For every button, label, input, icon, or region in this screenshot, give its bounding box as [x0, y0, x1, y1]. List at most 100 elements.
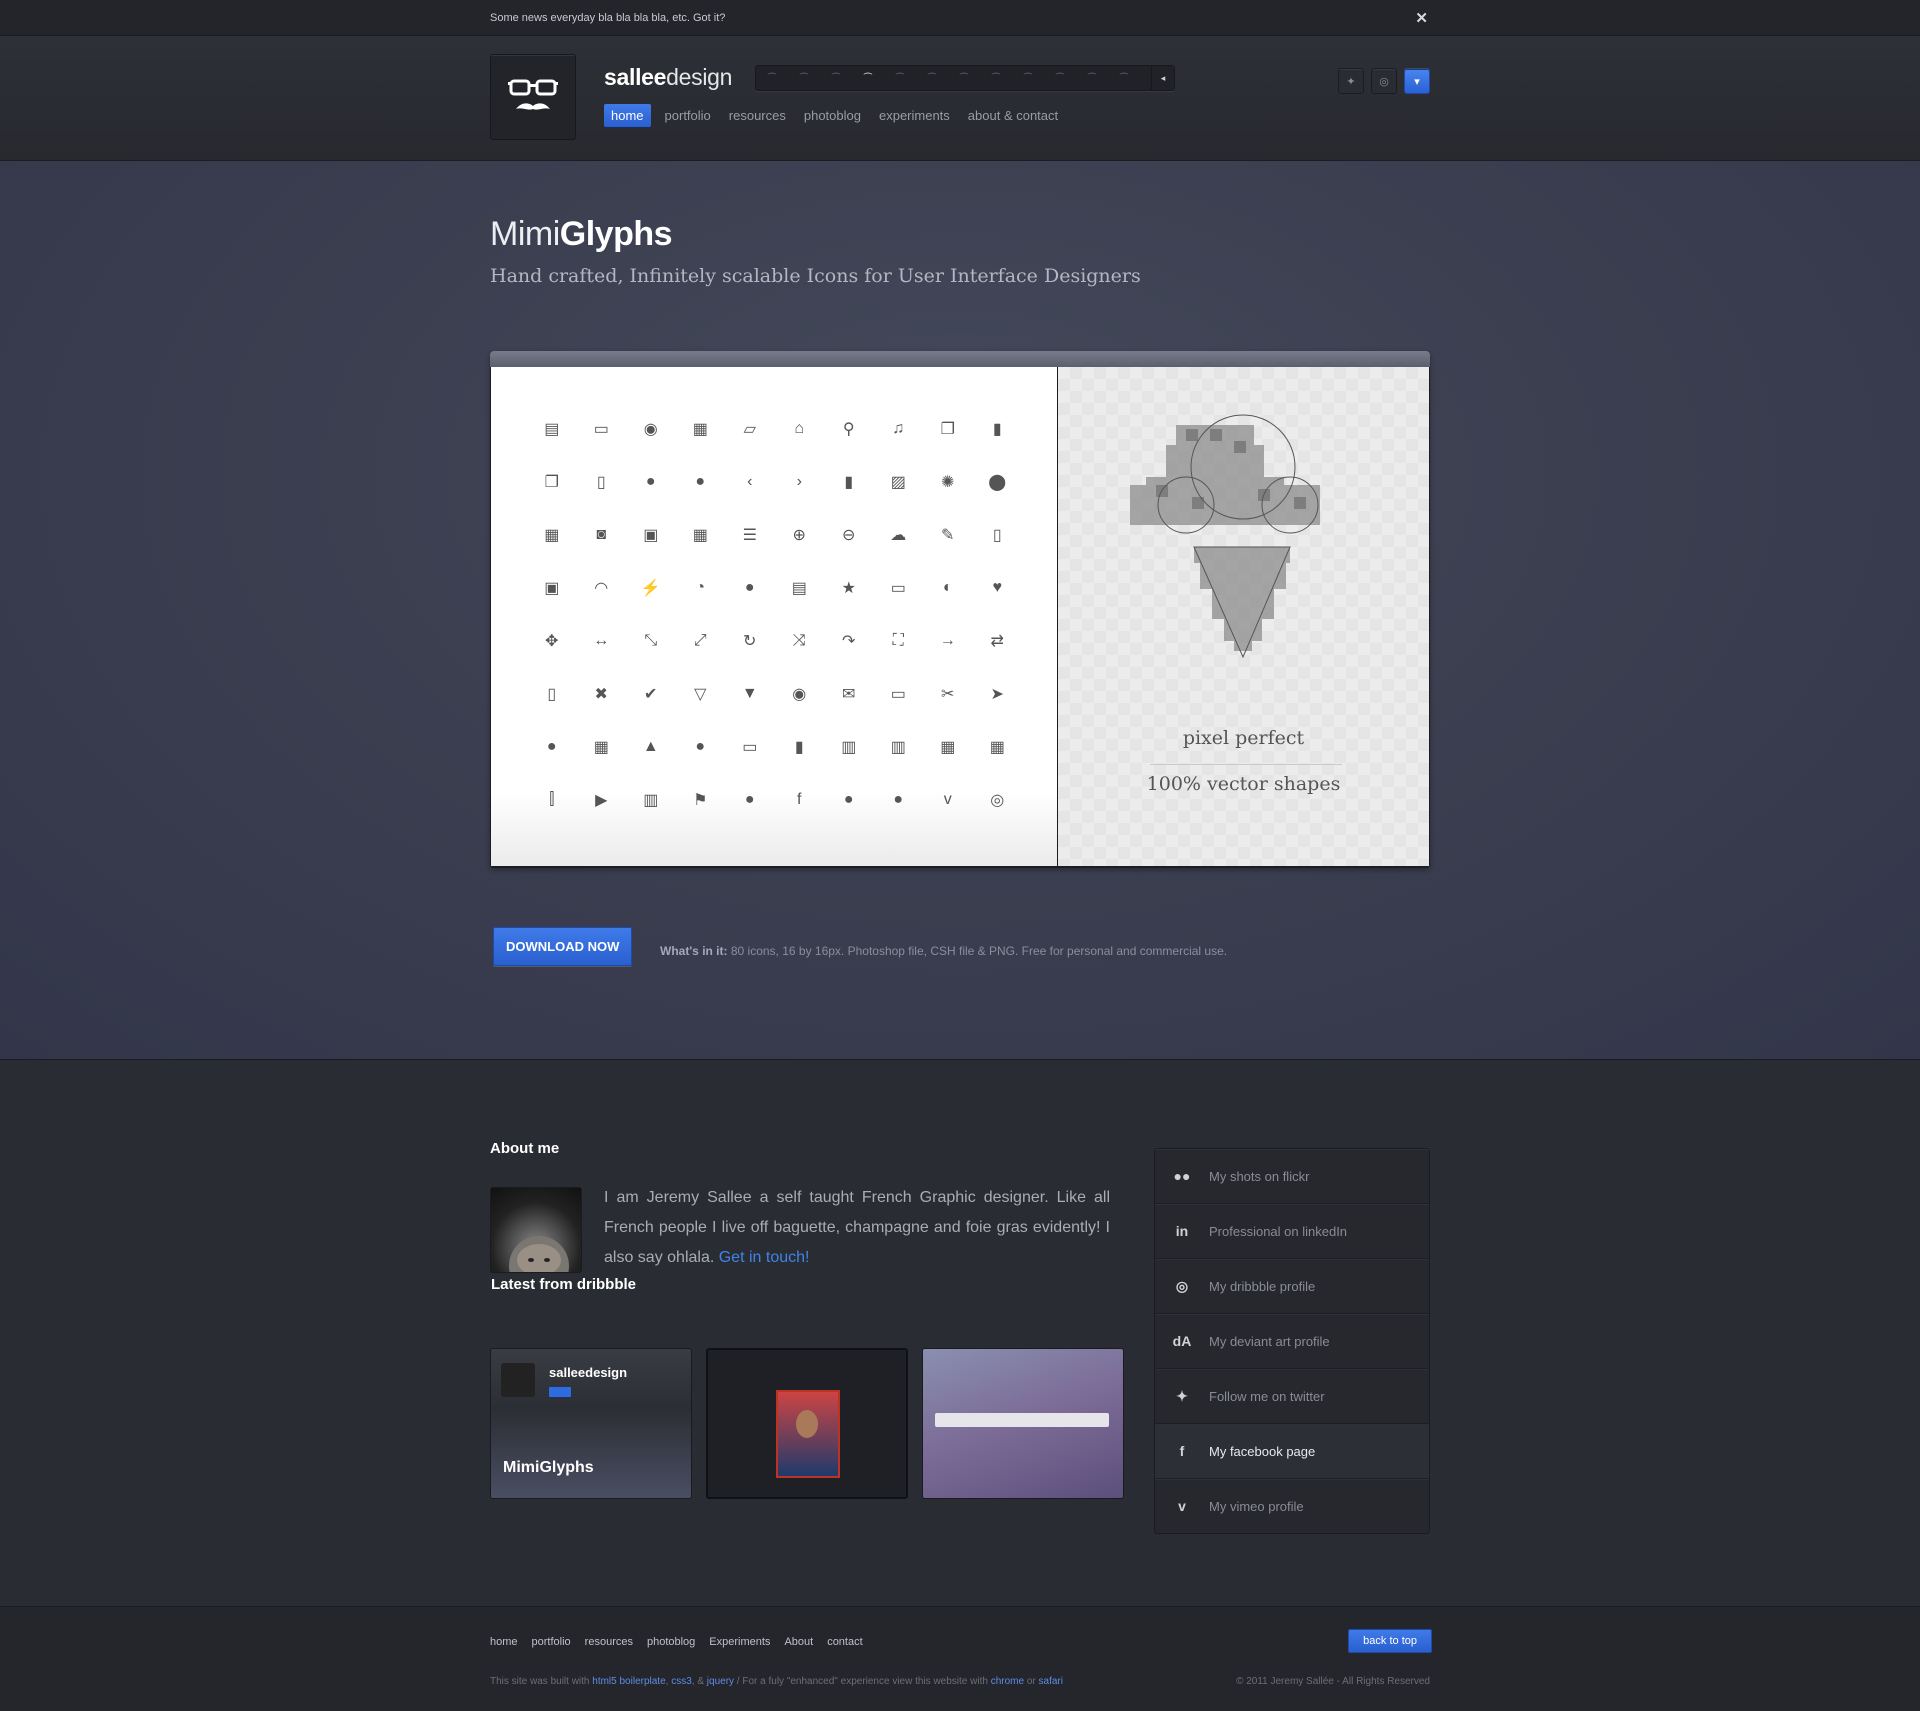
glyph-icon: ▶: [595, 791, 608, 809]
glyph-icon: ▯: [547, 685, 557, 703]
nav-photoblog[interactable]: photoblog: [804, 108, 861, 123]
arrow-left-icon[interactable]: ◂: [1151, 66, 1174, 90]
footer-about[interactable]: About: [784, 1636, 813, 1648]
news-bar: Some news everyday bla bla bla bla, etc.…: [0, 0, 1920, 36]
social-deviantart[interactable]: dA My deviant art profile: [1155, 1314, 1429, 1369]
dribbble-shot[interactable]: salleedesign MimiGlyphs: [490, 1348, 692, 1499]
download-info-text: 80 icons, 16 by 16px. Photoshop file, CS…: [727, 944, 1228, 958]
twitter-icon[interactable]: ✦: [1338, 68, 1364, 94]
social-facebook[interactable]: f My facebook page: [1155, 1424, 1429, 1479]
glyph-icon: ▦: [692, 526, 708, 544]
glyph-icon: ▼: [741, 684, 758, 702]
back-to-top-button[interactable]: back to top: [1348, 1629, 1432, 1653]
link-css3[interactable]: css3: [671, 1676, 692, 1687]
shot-title: MimiGlyphs: [503, 1459, 594, 1476]
pixel-preview-panel: pixel perfect 100% vector shapes: [1058, 367, 1429, 866]
mustache-icon[interactable]: ⏜: [1044, 73, 1076, 84]
brand[interactable]: salleedesign: [604, 64, 732, 91]
glyph-icon: ▥: [643, 791, 659, 809]
social-twitter[interactable]: ✦ Follow me on twitter: [1155, 1369, 1429, 1424]
link-jquery[interactable]: jquery: [707, 1676, 734, 1687]
linkedin-icon: in: [1175, 1223, 1189, 1239]
glyph-icon: ▱: [743, 420, 756, 438]
glyph-icon: ⌂: [794, 419, 805, 437]
get-in-touch-link[interactable]: Get in touch!: [719, 1249, 810, 1266]
nav-resources[interactable]: resources: [729, 108, 786, 123]
social-dribbble[interactable]: ◎ My dribbble profile: [1155, 1259, 1429, 1314]
link-chrome[interactable]: chrome: [991, 1676, 1024, 1687]
mustache-icon[interactable]: ⏜: [948, 73, 980, 84]
glyph-icon: ▭: [890, 579, 906, 597]
social-label: My shots on flickr: [1209, 1168, 1310, 1184]
mustache-icon[interactable]: ⏜: [852, 73, 884, 84]
glyph-icon: ▦: [989, 738, 1005, 756]
social-label: Follow me on twitter: [1209, 1388, 1325, 1404]
nav-about-contact[interactable]: about & contact: [968, 108, 1058, 123]
footer-portfolio[interactable]: portfolio: [532, 1636, 571, 1648]
icon-grid: ▤ ▭ ◉ ▦ ▱ ⌂ ⚲ ♫ ❐ ▮ ❐ ▯ ● ● ‹ › ▮ ▨ ✺ ⬤ ▦ ◙ ▣ ▦ ☰ ⊕ ⊖ ☁ ✎ ▯ ▣ ◠ ⚡ ◔ ● ▤ ★ ▭ ◐ ♥…: [527, 402, 1022, 826]
footer-meta: This site was built with html5 boilerpla…: [490, 1676, 1063, 1687]
glyph-icon: ⤨: [792, 631, 806, 649]
footer-resources[interactable]: resources: [585, 1636, 633, 1648]
glyph-icon: ❐: [544, 473, 559, 491]
dropdown-icon[interactable]: ▾: [1404, 68, 1430, 94]
glyph-icon: ✺: [941, 473, 955, 491]
social-label: Professional on linkedIn: [1209, 1223, 1348, 1239]
glasses-mustache-icon: [508, 79, 558, 110]
mustache-icon[interactable]: ⏜: [1076, 73, 1108, 84]
link-safari[interactable]: safari: [1039, 1676, 1063, 1687]
glyph-icon: ▭: [593, 420, 609, 438]
nav-experiments[interactable]: experiments: [879, 108, 950, 123]
mustache-icon[interactable]: ⏜: [820, 73, 852, 84]
download-area: DOWNLOAD NOW: [493, 927, 633, 966]
lower-section: About me I am Jeremy Sallee a self taugh…: [0, 1060, 1920, 1603]
mustache-icon[interactable]: ⏜: [1012, 73, 1044, 84]
dribbble-shot[interactable]: [706, 1348, 908, 1499]
deviantart-icon: dA: [1172, 1333, 1192, 1349]
flickr-icon: ●●: [1173, 1168, 1191, 1184]
glyph-icon: ●: [843, 790, 854, 808]
pixel-perfect-label: pixel perfect: [1182, 727, 1305, 749]
twitter-icon: ✦: [1176, 1387, 1188, 1404]
download-button[interactable]: DOWNLOAD NOW: [493, 927, 633, 966]
logo[interactable]: [490, 54, 576, 140]
mustache-icon[interactable]: ⏜: [980, 73, 1012, 84]
glyph-icon: ●: [893, 790, 904, 808]
footer-experiments[interactable]: Experiments: [709, 1636, 770, 1648]
glyph-icon: ›: [796, 472, 802, 490]
social-vimeo[interactable]: v My vimeo profile: [1155, 1479, 1429, 1533]
footer-home[interactable]: home: [490, 1636, 518, 1648]
nav-portfolio[interactable]: portfolio: [665, 108, 711, 123]
footer-photoblog[interactable]: photoblog: [647, 1636, 695, 1648]
social-linkedin[interactable]: in Professional on linkedIn: [1155, 1204, 1429, 1259]
glyph-icon: ●: [695, 472, 706, 490]
close-icon[interactable]: ✕: [1415, 9, 1428, 27]
glyph-icon: ⊕: [792, 526, 806, 544]
glyph-icon: ▦: [692, 420, 708, 438]
nav-home[interactable]: home: [604, 104, 651, 127]
glyph-icon: ✖: [594, 685, 608, 703]
glyph-icon: ▤: [544, 420, 560, 438]
glyph-icon: ◉: [792, 685, 807, 703]
mustache-icon[interactable]: ⏜: [884, 73, 916, 84]
glyph-icon: ▮: [992, 420, 1002, 438]
glyph-icon: ☰: [742, 526, 757, 544]
dribbble-shot[interactable]: [922, 1348, 1124, 1499]
dribbble-shots: salleedesign MimiGlyphs: [490, 1348, 1124, 1499]
glyph-icon: v: [943, 790, 952, 808]
social-label: My dribbble profile: [1209, 1278, 1316, 1294]
footer-contact[interactable]: contact: [827, 1636, 862, 1648]
dribbble-icon[interactable]: ◎: [1371, 68, 1397, 94]
brand-light: design: [666, 64, 733, 90]
site-header: salleedesign ⏜ ⏜ ⏜ ⏜ ⏜ ⏜ ⏜ ⏜ ⏜ ⏜ ⏜ ⏜ ◂ h…: [0, 36, 1920, 161]
mustache-icon[interactable]: ⏜: [756, 73, 788, 84]
link-boilerplate[interactable]: html5 boilerplate: [592, 1676, 665, 1687]
meta-text: / For a fuly "enhanced" experience view …: [734, 1676, 991, 1687]
social-flickr[interactable]: ●● My shots on flickr: [1155, 1149, 1429, 1204]
social-label: My facebook page: [1209, 1443, 1316, 1459]
mustache-icon[interactable]: ⏜: [788, 73, 820, 84]
mustache-icon[interactable]: ⏜: [916, 73, 948, 84]
mustache-icon[interactable]: ⏜: [1108, 73, 1140, 84]
glyph-icon: ⫿: [549, 790, 555, 808]
glyph-icon: ▯: [596, 473, 606, 491]
